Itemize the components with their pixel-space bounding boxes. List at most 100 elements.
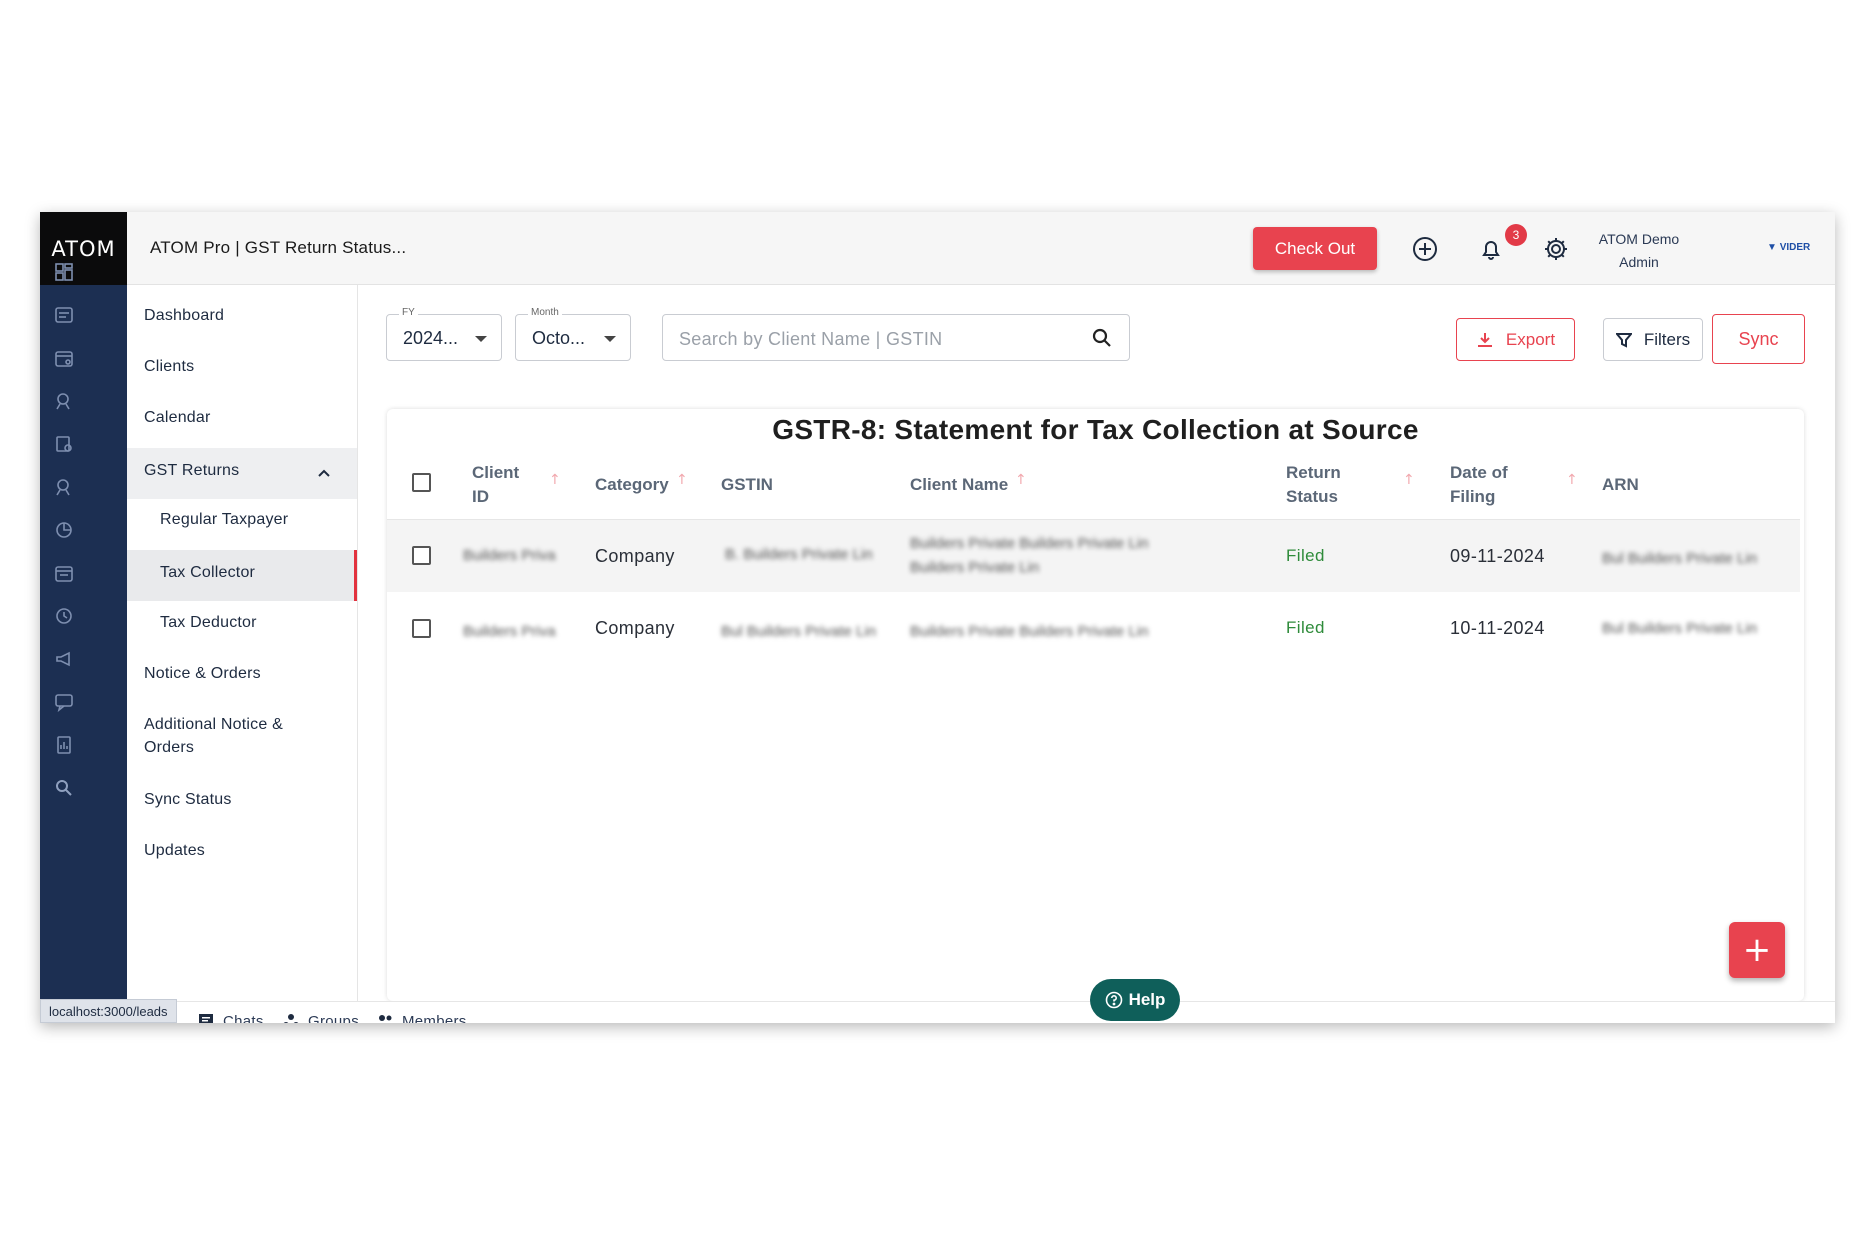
table-title: GSTR-8: Statement for Tax Collection at …: [772, 414, 1419, 445]
calendar-icon[interactable]: [54, 348, 74, 368]
schedule-icon[interactable]: [54, 563, 74, 583]
gstin-redacted: Bul Builders Private Lin: [721, 623, 877, 640]
reports-pie-icon[interactable]: [54, 520, 74, 540]
vider-logo: ▼ VIDER: [1767, 242, 1811, 253]
search-placeholder: Search by Client Name | GSTIN: [679, 329, 943, 349]
user-name: ATOM Demo: [1598, 231, 1680, 247]
sidebar-item-label: Updates: [144, 842, 205, 859]
col-date-line2: Filing: [1450, 487, 1496, 506]
client-name-redacted: Builders Private Builders Private Lin: [910, 535, 1149, 552]
sidebar-item-dashboard[interactable]: Dashboard: [127, 307, 357, 331]
arn-redacted: Bul Builders Private Lin: [1602, 620, 1758, 637]
magnifier-icon[interactable]: [54, 778, 74, 798]
help-button[interactable]: Help: [1090, 979, 1180, 1021]
message-icon[interactable]: [54, 692, 74, 712]
sort-arrow-icon[interactable]: ↑: [1015, 472, 1027, 488]
col-client-id-line2: ID: [472, 487, 489, 506]
sidebar-item-label: Dashboard: [144, 307, 225, 324]
sidebar-item-label: Regular Taxpayer: [160, 511, 289, 528]
check-out-button[interactable]: Check Out: [1253, 227, 1377, 270]
row-checkbox[interactable]: [412, 619, 431, 638]
col-return-status[interactable]: Return Status: [1286, 461, 1341, 509]
chats-label: Chats: [223, 1012, 264, 1024]
col-date-of-filing[interactable]: Date of Filing: [1450, 461, 1508, 509]
fy-label: FY: [399, 307, 418, 318]
clock-icon[interactable]: [54, 606, 74, 626]
arn-redacted: Bul Builders Private Lin: [1602, 550, 1758, 567]
filters-button[interactable]: Filters: [1603, 318, 1703, 361]
sidebar-item-notice-orders[interactable]: Notice & Orders: [127, 665, 357, 689]
col-gstin[interactable]: GSTIN: [721, 473, 773, 497]
help-label: Help: [1128, 990, 1166, 1009]
groups-label: Groups: [308, 1012, 359, 1024]
sidebar-item-label: Tax Collector: [160, 564, 256, 581]
help-circle-icon: [1105, 991, 1122, 1009]
clients-icon[interactable]: [54, 305, 74, 325]
sidebar-item-label: Additional Notice &: [144, 716, 283, 733]
table-row[interactable]: Builders Priva Company Bul Builders Priv…: [387, 592, 1800, 664]
sidebar-item-updates[interactable]: Updates: [127, 842, 357, 866]
dashboard-icon[interactable]: [54, 262, 74, 282]
bell-icon[interactable]: [1477, 235, 1505, 263]
sidebar-item-tax-collector[interactable]: Tax Collector: [127, 550, 357, 601]
sort-arrow-icon[interactable]: ↑: [549, 472, 561, 488]
month-select[interactable]: Month Octo...: [515, 307, 631, 361]
col-client-name[interactable]: Client Name: [910, 473, 1008, 497]
month-value: Octo...: [532, 328, 586, 348]
user-info[interactable]: ATOM Demo Admin: [1579, 228, 1699, 274]
table-row[interactable]: Builders Priva Company B. Builders Priva…: [387, 520, 1800, 592]
notification-badge: 3: [1505, 224, 1527, 246]
client-name-redacted: Builders Private Builders Private Lin: [910, 623, 1149, 640]
date-cell: 10-11-2024: [1450, 618, 1545, 638]
client-id-redacted: Builders Priva: [463, 623, 556, 640]
sidebar-item-gst-returns[interactable]: GST Returns: [127, 448, 357, 499]
megaphone-icon[interactable]: [54, 649, 74, 669]
tax-icon[interactable]: [54, 434, 74, 454]
chat-icon: [199, 1014, 213, 1023]
icon-rail: ATOM: [40, 212, 127, 1023]
sidebar-item-clients[interactable]: Clients: [127, 358, 357, 382]
gear-icon[interactable]: [1542, 235, 1570, 263]
document-chart-icon[interactable]: [54, 735, 74, 755]
sort-arrow-icon[interactable]: ↑: [676, 472, 688, 488]
sidebar-item-tax-deductor[interactable]: Tax Deductor: [127, 614, 357, 638]
fy-select[interactable]: FY 2024...: [386, 307, 502, 361]
col-return-status-line1: Return: [1286, 463, 1341, 482]
groups-icon: [283, 1014, 299, 1023]
sort-arrow-icon[interactable]: ↑: [1566, 472, 1578, 488]
sidebar-item-label: Sync Status: [144, 791, 232, 808]
user-search-icon[interactable]: [54, 477, 74, 497]
client-id-redacted: Builders Priva: [463, 547, 556, 564]
sidebar-item-additional-notice-orders[interactable]: Additional Notice & Orders: [127, 716, 357, 764]
sidebar-item-sync-status[interactable]: Sync Status: [127, 791, 357, 815]
add-circle-icon[interactable]: [1411, 235, 1439, 263]
row-checkbox[interactable]: [412, 546, 431, 565]
col-arn[interactable]: ARN: [1602, 473, 1639, 497]
page-title: ATOM Pro | GST Return Status...: [150, 238, 407, 257]
search-input[interactable]: Search by Client Name | GSTIN: [662, 314, 1130, 361]
gst-returns-icon[interactable]: [54, 391, 74, 411]
members-button[interactable]: Members: [376, 1012, 467, 1023]
sidebar-item-label: Calendar: [144, 409, 211, 426]
add-fab-button[interactable]: +: [1729, 922, 1785, 978]
vider-logo-text: VIDER: [1779, 242, 1811, 253]
select-all-checkbox[interactable]: [412, 473, 431, 492]
chevron-up-icon[interactable]: [317, 466, 331, 480]
client-name-redacted: Builders Private Lin: [910, 559, 1040, 576]
col-client-id[interactable]: Client ID: [472, 461, 519, 509]
col-category[interactable]: Category: [595, 473, 669, 497]
caret-down-icon: [604, 336, 616, 342]
user-role: Admin: [1619, 254, 1659, 270]
sidebar-item-regular-taxpayer[interactable]: Regular Taxpayer: [127, 511, 357, 535]
sidebar-item-label: Clients: [144, 358, 195, 375]
gstr8-table-card: GSTR-8: Statement for Tax Collection at …: [387, 409, 1804, 1001]
chats-button[interactable]: Chats: [197, 1012, 264, 1023]
sidebar-item-calendar[interactable]: Calendar: [127, 409, 357, 433]
sort-arrow-icon[interactable]: ↑: [1403, 472, 1415, 488]
export-button[interactable]: Export: [1456, 318, 1575, 361]
sync-button[interactable]: Sync: [1712, 314, 1805, 364]
sidebar-item-label-line2: Orders: [144, 739, 195, 756]
search-icon[interactable]: [1091, 327, 1113, 349]
fy-value: 2024...: [403, 328, 459, 348]
groups-button[interactable]: Groups: [282, 1012, 359, 1023]
